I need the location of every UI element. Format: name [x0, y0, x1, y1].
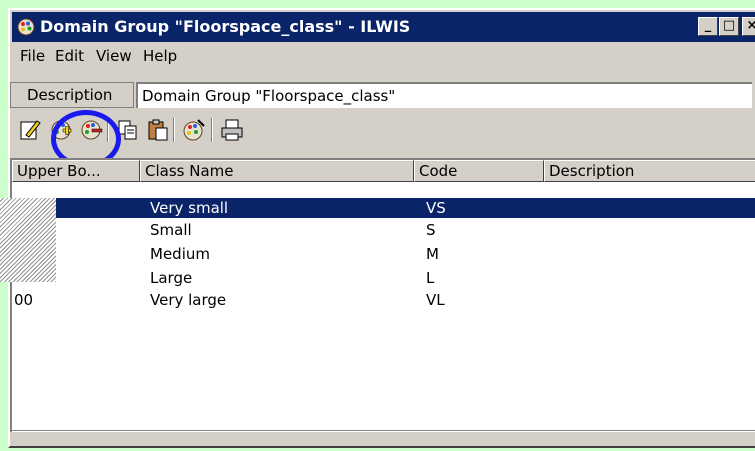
- column-header-upper-bound[interactable]: Upper Bo...: [12, 160, 140, 182]
- toolbar-separator: [173, 118, 175, 142]
- table-row[interactable]: Medium M: [12, 244, 755, 264]
- class-table: Upper Bo... Class Name Code Description …: [10, 158, 755, 432]
- code-cell: L: [426, 269, 435, 287]
- menu-view[interactable]: View: [96, 47, 132, 65]
- table-header: Upper Bo... Class Name Code Description: [12, 160, 755, 182]
- class-name-cell: Medium: [150, 245, 210, 263]
- status-bar: [10, 430, 755, 451]
- column-header-code[interactable]: Code: [414, 160, 544, 182]
- hatched-overlay: [0, 198, 56, 282]
- column-header-description[interactable]: Description: [544, 160, 755, 182]
- table-row[interactable]: Small S: [12, 220, 755, 240]
- print-icon[interactable]: [219, 117, 245, 143]
- code-cell: VS: [426, 199, 446, 217]
- menu-edit[interactable]: Edit: [55, 47, 84, 65]
- class-name-cell: Very small: [150, 199, 229, 217]
- edit-icon[interactable]: [17, 117, 43, 143]
- table-row[interactable]: 104 Very small VS: [12, 198, 755, 218]
- toolbar-separator: [211, 118, 213, 142]
- menu-file[interactable]: File: [20, 47, 45, 65]
- class-name-cell: Very large: [150, 291, 227, 309]
- window-title: Domain Group "Floorspace_class" - ILWIS: [40, 17, 411, 36]
- upper-bound-cell: 00: [14, 291, 34, 309]
- code-cell: M: [426, 245, 439, 263]
- code-cell: VL: [426, 291, 445, 309]
- class-name-cell: Small: [150, 221, 192, 239]
- code-cell: S: [426, 221, 436, 239]
- table-row[interactable]: Large L: [12, 268, 755, 288]
- paste-icon[interactable]: [145, 117, 171, 143]
- column-header-class-name[interactable]: Class Name: [140, 160, 414, 182]
- close-button[interactable]: ×: [742, 17, 755, 36]
- minimize-button[interactable]: _: [698, 17, 718, 36]
- table-row[interactable]: 00 Very large VL: [12, 290, 755, 310]
- description-label: Description: [10, 82, 134, 108]
- class-name-cell: Large: [150, 269, 193, 287]
- representation-icon[interactable]: [181, 117, 207, 143]
- description-field[interactable]: Domain Group "Floorspace_class": [136, 82, 752, 108]
- title-bar[interactable]: Domain Group "Floorspace_class" - ILWIS …: [12, 12, 755, 42]
- maximize-button[interactable]: □: [719, 17, 739, 36]
- domain-group-icon: [17, 18, 35, 36]
- menu-help[interactable]: Help: [143, 47, 177, 65]
